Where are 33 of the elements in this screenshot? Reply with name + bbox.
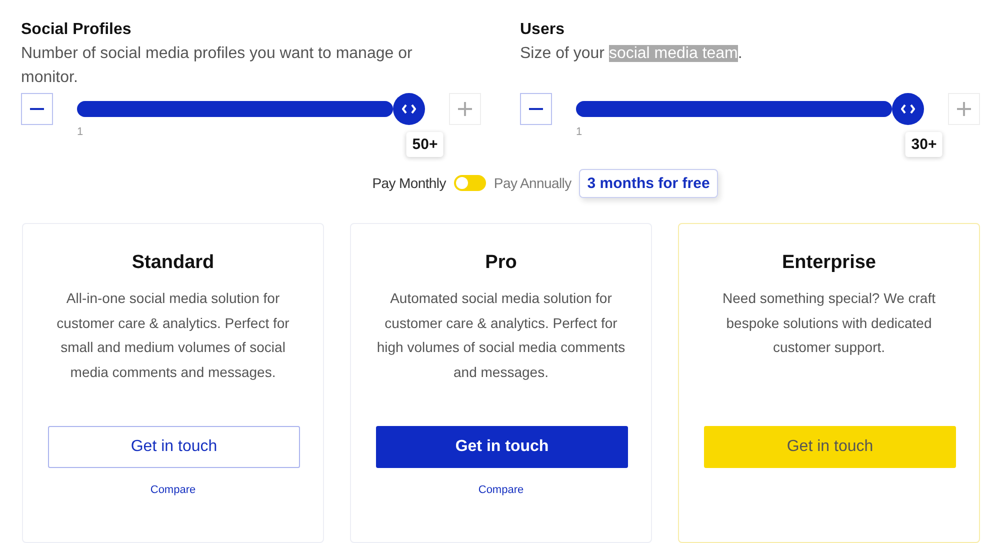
annual-label: Pay Annually [494, 175, 572, 191]
plan-name: Pro [484, 252, 518, 274]
min-label: 1 [576, 126, 582, 138]
code-icon [901, 104, 915, 114]
minus-icon [30, 108, 44, 110]
plan-description: Automated social media solution for customer care & analytics. Perfect for high volumes of social media comments and messages. [376, 289, 626, 382]
section-title: Social Profiles [21, 20, 132, 40]
monthly-label: Pay Monthly [372, 175, 446, 191]
plus-icon [957, 102, 971, 116]
plan-description: Need something special? We craft bespoke solutions with dedicated customer support. [722, 289, 936, 357]
contact-button[interactable]: Get in touch [48, 426, 300, 468]
contact-button[interactable]: Get in touch [376, 426, 628, 468]
plan-name: Standard [130, 252, 216, 274]
slider-thumb[interactable] [892, 93, 924, 125]
slider-thumb[interactable] [393, 93, 425, 125]
code-icon [402, 104, 416, 114]
section-title: Users [520, 20, 566, 40]
billing-toggle[interactable] [454, 175, 486, 191]
section-description: Number of social media profiles you want to manage or monitor. [21, 44, 414, 88]
compare-link[interactable]: Compare [150, 484, 196, 496]
value-tooltip: 50+ [406, 132, 444, 157]
offer-badge: 3 months for free [579, 168, 718, 198]
contact-button[interactable]: Get in touch [704, 426, 956, 468]
value-tooltip: 30+ [905, 132, 943, 157]
minus-button[interactable] [520, 93, 552, 125]
compare-link[interactable]: Compare [478, 484, 524, 496]
section-description: Size of your social media team. [520, 44, 744, 64]
min-label: 1 [77, 126, 84, 138]
minus-icon [529, 108, 543, 110]
minus-button[interactable] [21, 93, 53, 125]
plan-description: All-in-one social media solution for customer care & analytics. Perfect for small and medium volumes of social media comments and messages. [56, 289, 290, 382]
plan-name: Enterprise [781, 252, 877, 274]
plus-icon [458, 102, 472, 116]
